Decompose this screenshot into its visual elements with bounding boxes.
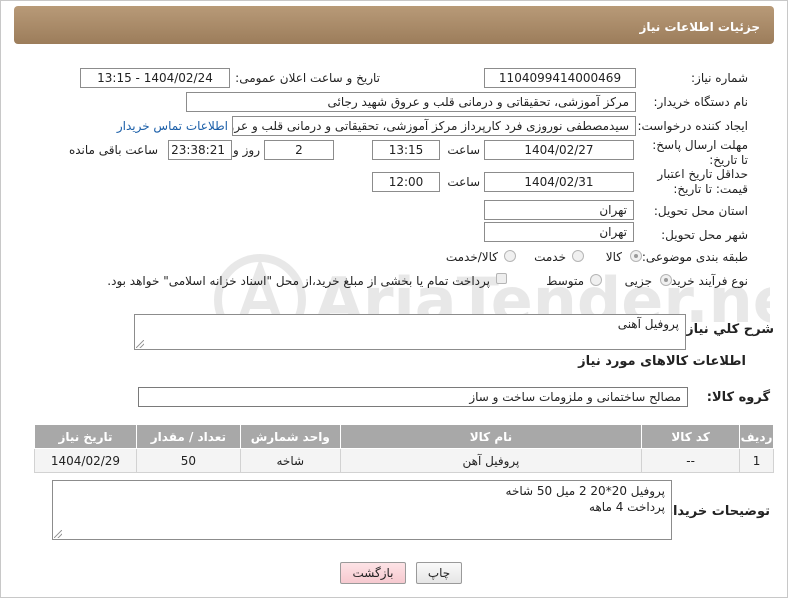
goods-group-field: مصالح ساختمانی و ملزومات ساخت و ساز [138, 387, 688, 407]
buyer-notes-line-1: پروفیل 20*20 2 میل 50 شاخه [505, 484, 665, 498]
requester-label: ایجاد کننده درخواست: [637, 119, 748, 133]
general-desc-textarea[interactable]: پروفیل آهنی [134, 314, 686, 350]
process-medium-radio[interactable] [590, 274, 602, 286]
resize-grip-icon[interactable] [136, 340, 144, 348]
col-quantity: تعداد / مقدار [135, 424, 241, 449]
buyer-contact-link[interactable]: اطلاعات تماس خریدار [117, 119, 228, 133]
remaining-time-field: 23:38:21 [168, 140, 232, 160]
col-need-date: تاریخ نیاز [34, 424, 137, 449]
buyer-notes-label: توضیحات خریدار: [660, 504, 770, 519]
category-goods-service-radio[interactable] [504, 250, 516, 262]
table-header-row: ردیف کد کالا نام کالا واحد شمارش تعداد /… [34, 424, 774, 449]
price-validity-label: حداقل تاریخ اعتبار قیمت: تا تاریخ: [657, 167, 748, 196]
category-service-label: خدمت [534, 250, 566, 264]
process-partial-radio[interactable] [660, 274, 672, 286]
buyer-org-field: مرکز آموزشی، تحقیقاتی و درمانی قلب و عرو… [186, 92, 636, 112]
buyer-notes-textarea[interactable]: پروفیل 20*20 2 میل 50 شاخه پرداخت 4 ماهه [52, 480, 672, 540]
price-time-label: ساعت [447, 175, 480, 189]
table-row: 1 -- پروفیل آهن شاخه 50 1404/02/29 [34, 448, 774, 473]
need-number-label: شماره نیاز: [691, 71, 748, 85]
col-row-number: ردیف [739, 424, 774, 449]
cell-item-code: -- [641, 448, 741, 473]
process-partial-label: جزیی [624, 274, 652, 288]
col-unit: واحد شمارش [239, 424, 341, 449]
resize-grip-icon[interactable] [54, 530, 62, 538]
process-type-label: نوع فرآیند خرید : [663, 274, 748, 288]
page-title: جزئیات اطلاعات نیاز [639, 20, 760, 34]
goods-info-heading: اطلاعات کالاهای مورد نیاز [578, 354, 746, 369]
category-label: طبقه بندی موضوعی: [641, 250, 748, 264]
treasury-payment-note: پرداخت تمام یا بخشی از مبلغ خرید،از محل … [107, 274, 490, 288]
col-item-code: کد کالا [641, 424, 741, 449]
cell-row-number: 1 [739, 448, 774, 473]
delivery-city-field: تهران [484, 222, 634, 242]
cell-unit: شاخه [239, 448, 341, 473]
back-button[interactable]: بازگشت [340, 562, 406, 584]
col-item-name: نام کالا [339, 424, 643, 449]
announce-datetime-field: 1404/02/24 - 13:15 [80, 68, 230, 88]
goods-table: ردیف کد کالا نام کالا واحد شمارش تعداد /… [34, 424, 774, 473]
need-number-field: 1104099414000469 [484, 68, 636, 88]
goods-group-label: گروه کالا: [706, 390, 770, 405]
general-desc-label: شرح کلي نياز: [680, 322, 774, 337]
price-date-field: 1404/02/31 [484, 172, 634, 192]
delivery-city-label: شهر محل تحویل: [661, 228, 748, 242]
print-button[interactable]: چاپ [416, 562, 462, 584]
day-and-label: روز و [233, 143, 260, 157]
buyer-org-label: نام دستگاه خریدار: [653, 95, 749, 109]
announce-datetime-label: تاریخ و ساعت اعلان عمومی: [235, 71, 380, 85]
cell-item-name: پروفیل آهن [339, 448, 643, 473]
cell-need-date: 1404/02/29 [34, 448, 137, 473]
delivery-province-label: استان محل تحویل: [653, 204, 748, 218]
days-field: 2 [264, 140, 334, 160]
reply-time-field: 13:15 [372, 140, 440, 160]
reply-deadline-label: مهلت ارسال پاسخ: تا تاریخ: [652, 138, 748, 167]
category-goods-radio[interactable] [630, 250, 642, 262]
reply-time-label: ساعت [447, 143, 480, 157]
remaining-label: ساعت باقی مانده [68, 143, 158, 157]
category-service-radio[interactable] [572, 250, 584, 262]
requester-field: سیدمصطفی نوروزی فرد کارپرداز مرکز آموزشی… [232, 116, 636, 136]
buyer-notes-line-2: پرداخت 4 ماهه [589, 500, 665, 514]
price-time-field: 12:00 [372, 172, 440, 192]
delivery-province-field: تهران [484, 200, 634, 220]
page-header: جزئیات اطلاعات نیاز [14, 6, 774, 44]
reply-date-field: 1404/02/27 [484, 140, 634, 160]
process-medium-label: متوسط [546, 274, 584, 288]
category-goods-label: کالا [605, 250, 622, 264]
treasury-payment-checkbox[interactable] [496, 273, 507, 284]
cell-quantity: 50 [135, 448, 241, 473]
category-goods-service-label: کالا/خدمت [445, 250, 498, 264]
